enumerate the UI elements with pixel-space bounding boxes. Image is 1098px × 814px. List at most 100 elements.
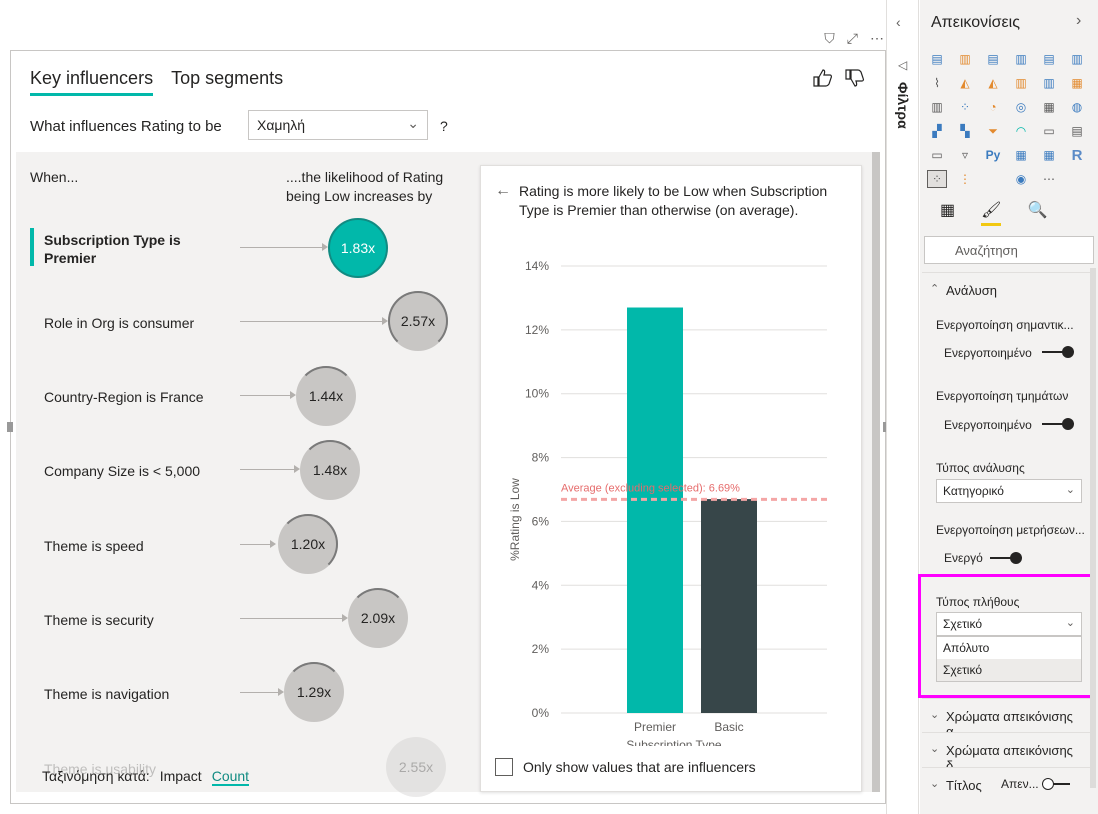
- connector-line: [240, 469, 296, 470]
- count-arc: [348, 588, 408, 648]
- section-colors-1[interactable]: Χρώματα απεικόνισης α...: [922, 698, 1094, 739]
- more-options-icon[interactable]: ⋯: [870, 30, 884, 47]
- 100-column-icon[interactable]: ▥: [1067, 50, 1087, 68]
- y-tick-label: 10%: [525, 387, 549, 401]
- arcgis-icon[interactable]: ◉: [1011, 170, 1031, 188]
- shape-map-icon[interactable]: ▚: [955, 122, 975, 140]
- toggle-title[interactable]: [1042, 778, 1072, 790]
- detail-card: ← Rating is more likely to be Low when S…: [480, 165, 862, 792]
- line-clustered-icon[interactable]: ▥: [1039, 74, 1059, 92]
- bar-premier[interactable]: [627, 307, 683, 713]
- stacked-bar-icon[interactable]: ▤: [927, 50, 947, 68]
- question-prefix: What influences Rating to be: [30, 118, 222, 135]
- search-input[interactable]: Αναζήτηση: [924, 236, 1094, 264]
- target-value-dropdown[interactable]: Χαμηλή ⌄: [248, 110, 428, 140]
- fields-tab-icon[interactable]: ▦: [940, 200, 955, 226]
- slicer-icon[interactable]: ▿: [955, 146, 975, 164]
- sort-impact[interactable]: Impact: [160, 768, 202, 786]
- section-analysis[interactable]: Ανάλυση: [922, 272, 1094, 306]
- table-icon[interactable]: ▦: [1011, 146, 1031, 164]
- influencer-label[interactable]: Subscription Type is Premier: [44, 231, 224, 267]
- y-tick-label: 4%: [532, 578, 550, 592]
- analytics-magnifier-icon[interactable]: 🔍: [1027, 200, 1047, 226]
- scatter-icon[interactable]: ⁘: [955, 98, 975, 116]
- stacked-column-icon[interactable]: ▥: [955, 50, 975, 68]
- pane-scrollbar[interactable]: [1090, 268, 1096, 788]
- x-tick-label: Premier: [634, 720, 676, 734]
- visual-type-gallery: ▤ ▥ ▤ ▥ ▤ ▥ ⌇ ◭ ◭ ▥ ▥ ▦ ▥ ⁘ ◔ ◎ ▦ ◍ ▞ ▚ …: [927, 50, 1089, 188]
- filters-label[interactable]: Φίλτρα: [895, 82, 911, 129]
- map-icon[interactable]: ◍: [1067, 98, 1087, 116]
- checkbox-label: Only show values that are influencers: [523, 759, 756, 775]
- bar-basic[interactable]: [701, 499, 757, 713]
- toggle-enable-measures[interactable]: [990, 552, 1022, 564]
- column-likelihood: ....the likelihood of Rating being Low i…: [286, 169, 444, 204]
- influencer-label[interactable]: Theme is navigation: [44, 685, 169, 703]
- count-arc: [296, 366, 356, 426]
- ribbon-chart-icon[interactable]: ▦: [1067, 74, 1087, 92]
- thumbs-down-icon[interactable]: [844, 68, 866, 88]
- tab-key-influencers[interactable]: Key influencers: [30, 68, 154, 96]
- arrow-icon: [270, 540, 276, 548]
- y-tick-label: 0%: [532, 706, 550, 720]
- toggle-enable-key[interactable]: [1042, 346, 1074, 358]
- gauge-icon[interactable]: ◠: [1011, 122, 1031, 140]
- influencer-bubble[interactable]: 1.83x: [328, 218, 388, 278]
- resize-handle[interactable]: [7, 422, 13, 432]
- toggle-enable-segments[interactable]: [1042, 418, 1074, 430]
- chevron-left-icon[interactable]: ‹: [896, 14, 901, 30]
- donut-chart-icon[interactable]: ◎: [1011, 98, 1031, 116]
- influencer-bubble[interactable]: 2.55x: [386, 737, 446, 797]
- section-colors-2[interactable]: Χρώματα απεικόνισης δ...: [922, 732, 1094, 773]
- filled-map-icon[interactable]: ▞: [927, 122, 947, 140]
- waterfall-icon[interactable]: ▥: [927, 98, 947, 116]
- chevron-right-icon[interactable]: ›: [1076, 12, 1081, 30]
- influencer-label[interactable]: Theme is security: [44, 611, 154, 629]
- focus-mode-icon[interactable]: ⤢: [847, 30, 858, 47]
- more-visuals-icon[interactable]: ⋯: [1039, 170, 1059, 188]
- format-paint-roller-icon[interactable]: 🖌: [981, 200, 1002, 226]
- key-influencers-icon[interactable]: ⁘: [927, 170, 947, 188]
- pie-chart-icon[interactable]: ◔: [983, 98, 1003, 116]
- prop-enable-segments-value: Ενεργοποιημένο: [944, 418, 1032, 432]
- influencer-label[interactable]: Theme is speed: [44, 537, 144, 555]
- influencer-label[interactable]: Role in Org is consumer: [44, 314, 194, 332]
- scrollbar[interactable]: [872, 152, 880, 792]
- 100-bar-icon[interactable]: ▤: [1039, 50, 1059, 68]
- filter-icon[interactable]: ⛉: [824, 30, 835, 47]
- funnel-icon[interactable]: ⏷: [983, 122, 1003, 140]
- card-icon[interactable]: ▭: [1039, 122, 1059, 140]
- y-tick-label: 12%: [525, 323, 549, 337]
- line-chart-icon[interactable]: ⌇: [927, 74, 947, 92]
- python-icon[interactable]: Py: [983, 146, 1003, 164]
- dropdown-value: Κατηγορικό: [943, 484, 1004, 498]
- treemap-icon[interactable]: ▦: [1039, 98, 1059, 116]
- y-tick-label: 8%: [532, 451, 550, 465]
- influencer-label[interactable]: Country-Region is France: [44, 388, 204, 406]
- influencer-label[interactable]: Company Size is < 5,000: [44, 462, 200, 480]
- r-visual-icon[interactable]: R: [1067, 146, 1087, 164]
- connector-line: [240, 544, 272, 545]
- kpi-icon[interactable]: ▭: [927, 146, 947, 164]
- stacked-area-icon[interactable]: ◭: [983, 74, 1003, 92]
- average-line-label: Average (excluding selected): 6.69%: [561, 482, 740, 494]
- chevron-down-icon: ⌄: [930, 778, 940, 790]
- sort-count[interactable]: Count: [211, 768, 250, 786]
- line-column-icon[interactable]: ▥: [1011, 74, 1031, 92]
- decomposition-tree-icon[interactable]: ⋮: [955, 170, 975, 188]
- matrix-icon[interactable]: ▦: [1039, 146, 1059, 164]
- prop-enable-segments: Ενεργοποίηση τμημάτων: [936, 389, 1069, 403]
- analysis-type-dropdown[interactable]: Κατηγορικό ⌄: [936, 479, 1082, 503]
- prop-analysis-type: Τύπος ανάλυσης: [936, 461, 1025, 475]
- clustered-bar-icon[interactable]: ▤: [983, 50, 1003, 68]
- influencers-only-checkbox[interactable]: [495, 758, 513, 776]
- thumbs-up-icon[interactable]: [812, 68, 834, 88]
- tab-top-segments[interactable]: Top segments: [171, 68, 283, 96]
- help-icon[interactable]: ?: [440, 118, 448, 134]
- sort-controls: Ταξινόμηση κατά: Impact Count: [42, 768, 250, 786]
- clustered-column-icon[interactable]: ▥: [1011, 50, 1031, 68]
- y-axis-title: %Rating is Low: [508, 478, 522, 561]
- area-chart-icon[interactable]: ◭: [955, 74, 975, 92]
- visual-tabs: Key influencers Top segments: [30, 68, 283, 96]
- multi-row-card-icon[interactable]: ▤: [1067, 122, 1087, 140]
